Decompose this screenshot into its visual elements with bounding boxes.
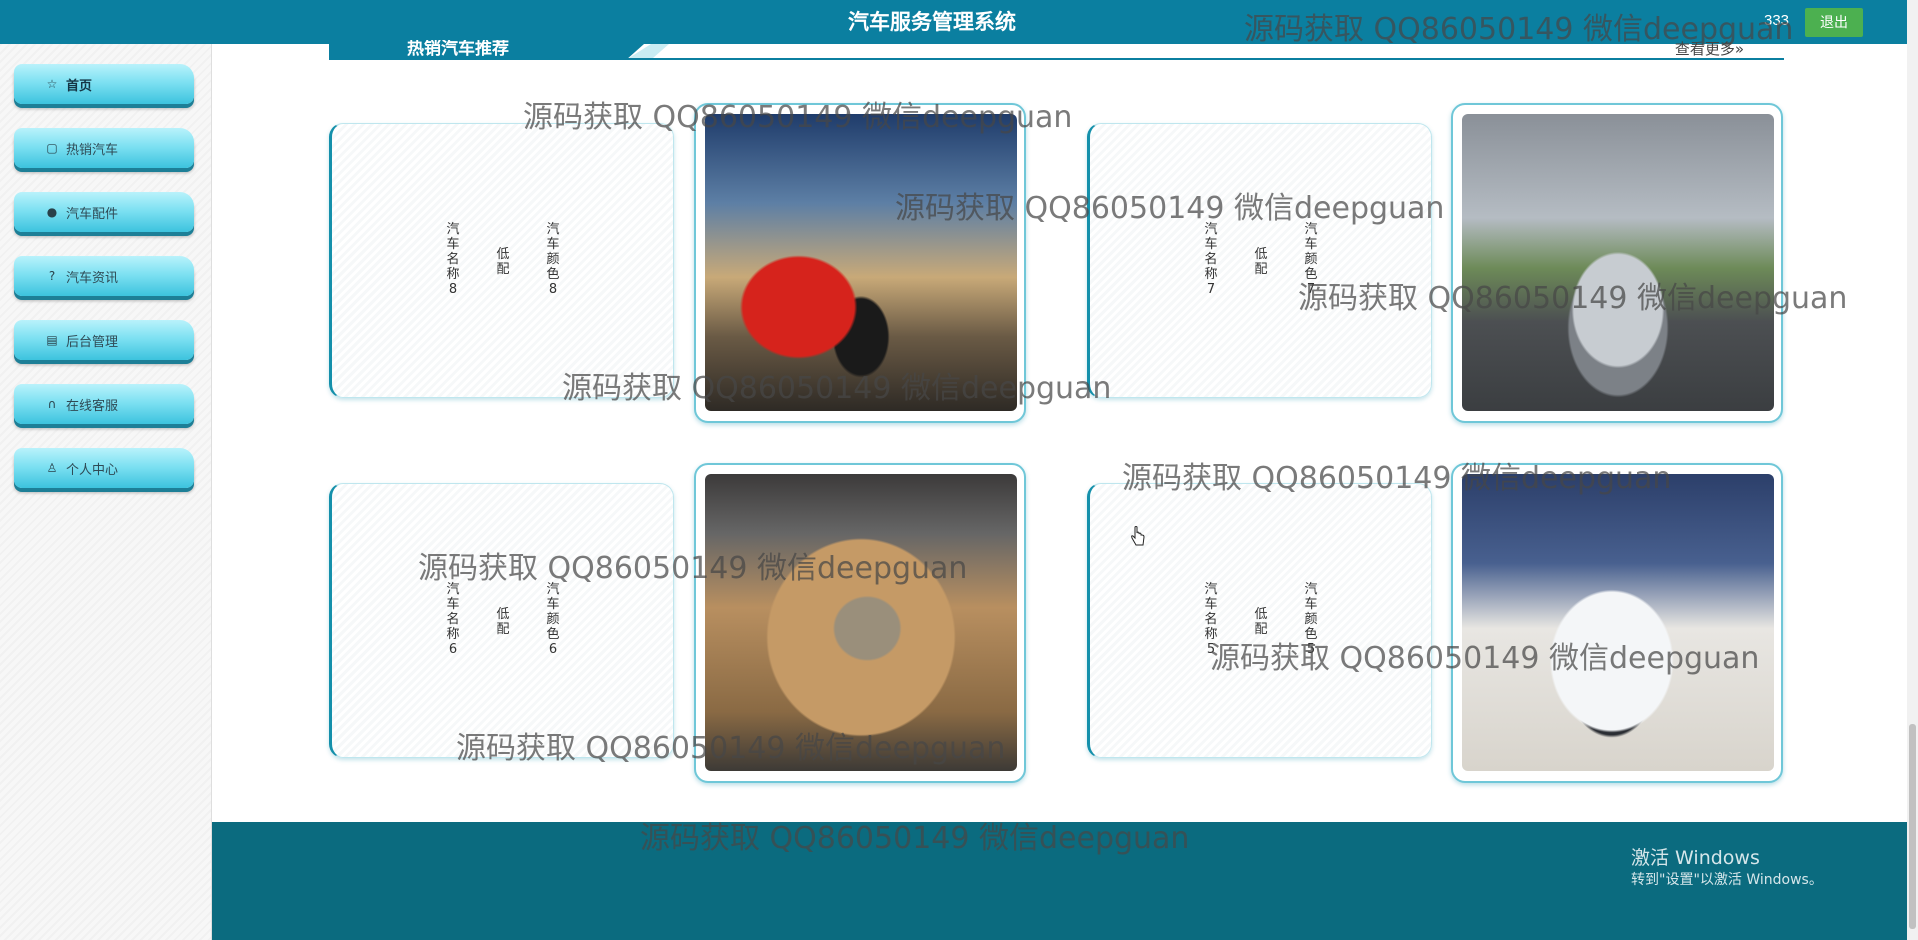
car-info-card[interactable]: 汽车名称6 低配 汽车颜色6 bbox=[329, 483, 674, 758]
sidebar-item-label: 在线客服 bbox=[66, 398, 119, 414]
car-config: 低配 bbox=[496, 247, 510, 277]
archive-icon: ▤ bbox=[46, 333, 58, 347]
logout-button[interactable]: 退出 bbox=[1805, 8, 1863, 37]
sidebar-item-label: 后台管理 bbox=[66, 334, 119, 350]
view-more-link[interactable]: 查看更多» bbox=[1675, 40, 1744, 58]
car-color: 汽车颜色6 bbox=[546, 582, 560, 657]
car-photo bbox=[705, 474, 1017, 771]
car-color: 汽车颜色7 bbox=[1304, 222, 1318, 297]
headset-icon: ∩ bbox=[47, 397, 57, 411]
section-divider bbox=[329, 58, 1784, 60]
sidebar-item-news[interactable]: ? 汽车资讯 bbox=[14, 256, 194, 296]
car-image-card[interactable] bbox=[694, 103, 1026, 423]
car-info-card[interactable]: 汽车名称5 低配 汽车颜色5 bbox=[1087, 483, 1432, 758]
section-header: 热销汽车推荐 查看更多» bbox=[329, 40, 1784, 60]
info-icon: ● bbox=[46, 205, 58, 219]
car-image-card[interactable] bbox=[1451, 463, 1783, 783]
car-config: 低配 bbox=[1254, 607, 1268, 637]
app-title: 汽车服务管理系统 bbox=[848, 10, 1016, 34]
car-config: 低配 bbox=[496, 607, 510, 637]
username: 333 bbox=[1764, 12, 1790, 29]
car-photo bbox=[1462, 474, 1774, 771]
scrollbar-thumb[interactable] bbox=[1909, 724, 1916, 929]
section-title: 热销汽车推荐 bbox=[407, 40, 509, 58]
star-icon: ☆ bbox=[46, 77, 58, 91]
bag-icon: ▢ bbox=[46, 141, 58, 155]
sidebar-item-label: 汽车配件 bbox=[66, 206, 119, 222]
sidebar-item-label: 汽车资讯 bbox=[66, 270, 119, 286]
car-color: 汽车颜色5 bbox=[1304, 582, 1318, 657]
sidebar-item-label: 首页 bbox=[66, 78, 93, 94]
car-info-card[interactable]: 汽车名称7 低配 汽车颜色7 bbox=[1087, 123, 1432, 398]
top-bar: 汽车服务管理系统 333 退出 bbox=[0, 0, 1918, 44]
sidebar-item-hot-cars[interactable]: ▢ 热销汽车 bbox=[14, 128, 194, 168]
hand-cursor-icon bbox=[1131, 526, 1145, 546]
car-photo bbox=[1462, 114, 1774, 411]
sidebar-item-label: 热销汽车 bbox=[66, 142, 119, 158]
car-image-card[interactable] bbox=[1451, 103, 1783, 423]
sidebar-item-home[interactable]: ☆ 首页 bbox=[14, 64, 194, 104]
car-name: 汽车名称7 bbox=[1204, 222, 1218, 297]
page-scrollbar[interactable] bbox=[1907, 0, 1918, 940]
car-color: 汽车颜色8 bbox=[546, 222, 560, 297]
sidebar-item-parts[interactable]: ● 汽车配件 bbox=[14, 192, 194, 232]
windows-activation-subtitle: 转到"设置"以激活 Windows。 bbox=[1631, 872, 1823, 888]
car-name: 汽车名称5 bbox=[1204, 582, 1218, 657]
car-image-card[interactable] bbox=[694, 463, 1026, 783]
sidebar-item-admin[interactable]: ▤ 后台管理 bbox=[14, 320, 194, 360]
car-photo bbox=[705, 114, 1017, 411]
car-name: 汽车名称8 bbox=[446, 222, 460, 297]
sidebar: ☆ 首页 ▢ 热销汽车 ● 汽车配件 ? 汽车资讯 ▤ 后台管理 ∩ 在线客服 … bbox=[0, 44, 212, 940]
sidebar-item-support[interactable]: ∩ 在线客服 bbox=[14, 384, 194, 424]
car-name: 汽车名称6 bbox=[446, 582, 460, 657]
user-icon: ♙ bbox=[46, 461, 58, 475]
question-icon: ? bbox=[48, 269, 56, 283]
sidebar-item-profile[interactable]: ♙ 个人中心 bbox=[14, 448, 194, 488]
car-info-card[interactable]: 汽车名称8 低配 汽车颜色8 bbox=[329, 123, 674, 398]
sidebar-item-label: 个人中心 bbox=[66, 462, 119, 478]
car-config: 低配 bbox=[1254, 247, 1268, 277]
windows-activation-title: 激活 Windows bbox=[1631, 847, 1760, 869]
